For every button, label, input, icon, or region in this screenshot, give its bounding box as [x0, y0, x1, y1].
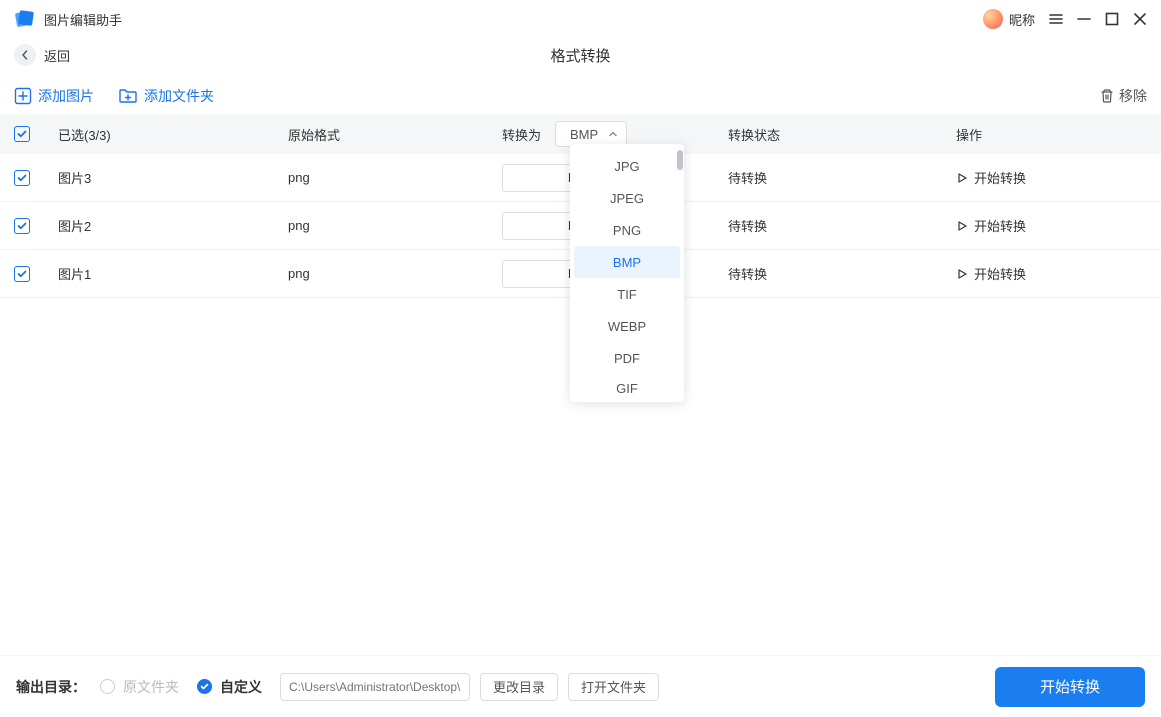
row-start-button[interactable]: 开始转换 — [956, 168, 1147, 187]
radio-original-folder[interactable] — [100, 679, 115, 694]
header-format-value: BMP — [570, 127, 598, 142]
dropdown-option[interactable]: PDF — [574, 342, 680, 374]
row-status: 待转换 — [728, 216, 956, 235]
radio-original-label: 原文件夹 — [123, 677, 179, 697]
close-icon[interactable] — [1133, 12, 1147, 26]
row-checkbox[interactable] — [14, 266, 30, 282]
app-title: 图片编辑助手 — [44, 10, 122, 29]
row-name: 图片3 — [58, 168, 288, 187]
menu-icon[interactable] — [1049, 12, 1063, 26]
dropdown-scrollbar[interactable] — [677, 150, 683, 170]
col-selected-label: 已选(3/3) — [58, 125, 288, 144]
dropdown-option[interactable]: JPG — [574, 150, 680, 182]
play-icon — [956, 220, 968, 232]
back-button[interactable] — [14, 44, 36, 66]
maximize-icon[interactable] — [1105, 12, 1119, 26]
chevron-up-icon — [608, 129, 618, 139]
add-image-label: 添加图片 — [38, 86, 94, 106]
radio-custom-folder[interactable] — [197, 679, 212, 694]
col-orig-format-label: 原始格式 — [288, 125, 502, 144]
row-action-label: 开始转换 — [974, 264, 1026, 283]
back-label: 返回 — [44, 46, 70, 65]
output-path-input[interactable] — [280, 673, 470, 701]
row-orig-format: png — [288, 218, 502, 233]
dropdown-option[interactable]: BMP — [574, 246, 680, 278]
col-status-label: 转换状态 — [728, 125, 956, 144]
dropdown-option[interactable]: PNG — [574, 214, 680, 246]
add-folder-label: 添加文件夹 — [144, 86, 214, 106]
nickname-label[interactable]: 昵称 — [1009, 10, 1035, 29]
dropdown-option[interactable]: WEBP — [574, 310, 680, 342]
trash-icon — [1099, 88, 1115, 104]
row-orig-format: png — [288, 170, 502, 185]
start-convert-button[interactable]: 开始转换 — [995, 667, 1145, 707]
row-checkbox[interactable] — [14, 218, 30, 234]
row-start-button[interactable]: 开始转换 — [956, 216, 1147, 235]
row-action-label: 开始转换 — [974, 216, 1026, 235]
add-folder-icon — [118, 87, 138, 105]
col-action-label: 操作 — [956, 125, 1147, 144]
row-name: 图片1 — [58, 264, 288, 283]
row-status: 待转换 — [728, 264, 956, 283]
output-dir-label: 输出目录： — [16, 677, 86, 697]
add-image-button[interactable]: 添加图片 — [14, 86, 94, 106]
dropdown-option[interactable]: JPEG — [574, 182, 680, 214]
dropdown-option[interactable]: GIF — [574, 374, 680, 396]
select-all-checkbox[interactable] — [14, 126, 30, 142]
row-status: 待转换 — [728, 168, 956, 187]
row-orig-format: png — [288, 266, 502, 281]
remove-button[interactable]: 移除 — [1099, 86, 1147, 106]
add-folder-button[interactable]: 添加文件夹 — [118, 86, 214, 106]
change-dir-button[interactable]: 更改目录 — [480, 673, 558, 701]
avatar[interactable] — [983, 9, 1003, 29]
dropdown-option[interactable]: TIF — [574, 278, 680, 310]
play-icon — [956, 268, 968, 280]
col-convert-label: 转换为 — [502, 125, 541, 144]
row-action-label: 开始转换 — [974, 168, 1026, 187]
row-name: 图片2 — [58, 216, 288, 235]
add-image-icon — [14, 87, 32, 105]
app-icon — [14, 8, 36, 30]
row-start-button[interactable]: 开始转换 — [956, 264, 1147, 283]
open-folder-button[interactable]: 打开文件夹 — [568, 673, 659, 701]
play-icon — [956, 172, 968, 184]
page-title: 格式转换 — [550, 45, 610, 66]
format-dropdown[interactable]: JPGJPEGPNGBMPTIFWEBPPDFGIF — [570, 144, 684, 402]
radio-custom-label: 自定义 — [220, 677, 262, 697]
row-checkbox[interactable] — [14, 170, 30, 186]
remove-label: 移除 — [1119, 86, 1147, 106]
minimize-icon[interactable] — [1077, 12, 1091, 26]
